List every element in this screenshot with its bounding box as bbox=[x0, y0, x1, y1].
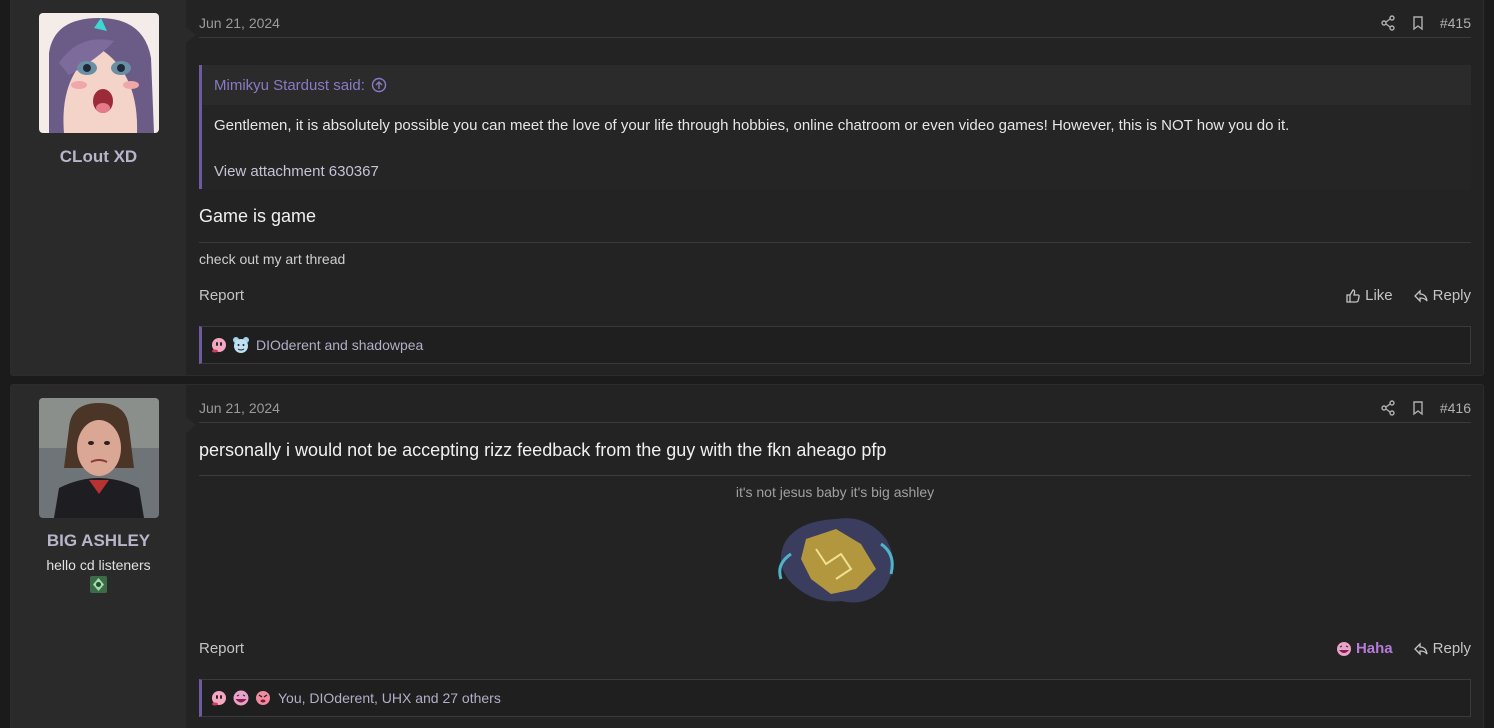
post-number[interactable]: #416 bbox=[1440, 400, 1471, 416]
bookmark-icon[interactable] bbox=[1410, 400, 1426, 416]
report-link[interactable]: Report bbox=[199, 287, 244, 304]
signature-text[interactable]: check out my art thread bbox=[199, 251, 345, 267]
post-number[interactable]: #415 bbox=[1440, 15, 1471, 31]
haha-label: Haha bbox=[1355, 640, 1393, 657]
badge-icon bbox=[90, 576, 107, 593]
laughing-face-icon bbox=[1336, 641, 1351, 656]
post-date[interactable]: Jun 21, 2024 bbox=[199, 400, 280, 416]
message-cell: Jun 21, 2024 #416 personally i would not… bbox=[186, 385, 1483, 728]
angry-kirby-reaction-icon bbox=[256, 691, 270, 705]
quote-block: Mimikyu Stardust said: Gentlemen, it is … bbox=[199, 65, 1471, 189]
message-footer: Report Haha Reply bbox=[199, 640, 1471, 657]
post-date[interactable]: Jun 21, 2024 bbox=[199, 15, 280, 31]
bear-reaction-icon bbox=[233, 337, 249, 353]
message-cell: Jun 21, 2024 #415 Mimikyu Stardust said:… bbox=[186, 0, 1483, 375]
signature-text: it's not jesus baby it's big ashley bbox=[735, 484, 935, 500]
kirby-reaction-icon bbox=[212, 691, 226, 706]
message-header: Jun 21, 2024 #416 bbox=[199, 393, 1471, 423]
arrow-up-circle-icon[interactable] bbox=[371, 77, 387, 93]
signature: it's not jesus baby it's big ashley bbox=[199, 475, 1471, 500]
signature: check out my art thread bbox=[199, 242, 1471, 267]
reactions-bar[interactable]: You, DIOderent, UHX and 27 others bbox=[199, 679, 1471, 717]
share-icon[interactable] bbox=[1380, 399, 1396, 416]
reply-label: Reply bbox=[1432, 287, 1471, 304]
reactions-text[interactable]: You, DIOderent, UHX and 27 others bbox=[278, 690, 501, 706]
quote-body: Gentlemen, it is absolutely possible you… bbox=[202, 105, 1471, 189]
avatar[interactable] bbox=[39, 398, 159, 518]
bookmark-icon[interactable] bbox=[1410, 15, 1426, 31]
reply-label: Reply bbox=[1432, 640, 1471, 657]
username[interactable]: BIG ASHLEY bbox=[11, 531, 186, 551]
message-header: Jun 21, 2024 #415 bbox=[199, 8, 1471, 38]
quote-text: Gentlemen, it is absolutely possible you… bbox=[214, 117, 1290, 134]
dragon-image bbox=[778, 518, 894, 603]
reply-button[interactable]: Reply bbox=[1413, 287, 1471, 304]
message-body: Game is game bbox=[199, 206, 317, 226]
reply-button[interactable]: Reply bbox=[1413, 640, 1471, 657]
user-cell: CLout XD bbox=[11, 0, 196, 375]
reactions-bar[interactable]: DIOderent and shadowpea bbox=[199, 326, 1471, 364]
username[interactable]: CLout XD bbox=[11, 147, 186, 167]
like-button[interactable]: Like bbox=[1345, 287, 1393, 304]
report-link[interactable]: Report bbox=[199, 640, 244, 657]
avatar[interactable] bbox=[39, 13, 159, 133]
post-415: CLout XD Jun 21, 2024 #415 Mimikyu Stard… bbox=[10, 0, 1484, 376]
message-footer: Report Like Reply bbox=[199, 287, 1471, 304]
user-title: hello cd listeners bbox=[46, 557, 151, 573]
haha-button[interactable]: Haha bbox=[1336, 640, 1393, 657]
reactions-text[interactable]: DIOderent and shadowpea bbox=[256, 337, 423, 353]
user-cell: BIG ASHLEY hello cd listeners bbox=[11, 385, 196, 728]
thumbs-up-icon bbox=[1346, 288, 1360, 303]
view-attachment-link[interactable]: View attachment 630367 bbox=[214, 161, 1459, 183]
reply-icon bbox=[1413, 641, 1428, 656]
laughing-face-icon bbox=[233, 690, 249, 706]
quote-author[interactable]: Mimikyu Stardust said: bbox=[214, 77, 365, 94]
like-label: Like bbox=[1365, 287, 1393, 304]
post-416: BIG ASHLEY hello cd listeners Jun 21, 20… bbox=[10, 384, 1484, 728]
share-icon[interactable] bbox=[1380, 14, 1396, 31]
message-body: personally i would not be accepting rizz… bbox=[199, 440, 887, 460]
quote-header[interactable]: Mimikyu Stardust said: bbox=[202, 65, 1471, 105]
kirby-reaction-icon bbox=[212, 338, 226, 353]
reply-icon bbox=[1413, 288, 1428, 303]
